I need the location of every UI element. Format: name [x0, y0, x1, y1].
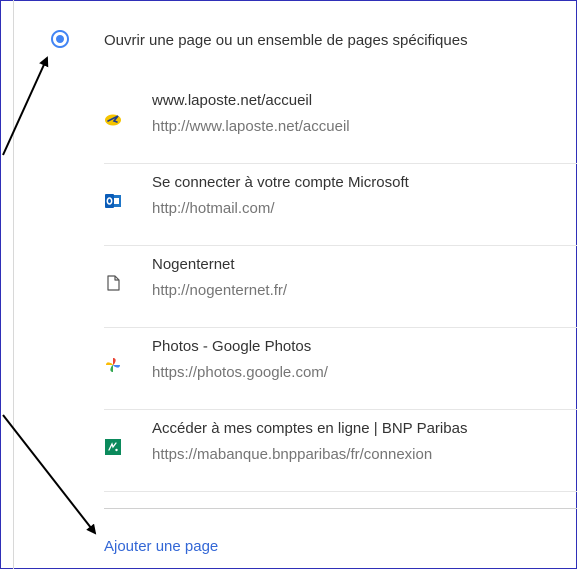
- arrow-to-add-page: [2, 414, 97, 535]
- arrow-to-radio: [2, 56, 49, 156]
- annotation-arrows: [2, 56, 97, 535]
